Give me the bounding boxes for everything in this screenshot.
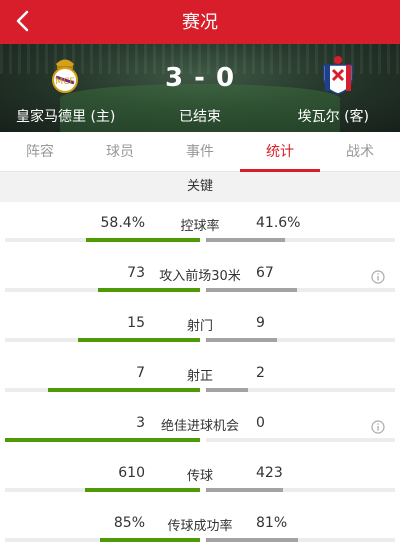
tab-lineup[interactable]: 阵容 [0,132,80,172]
tab-stats[interactable]: 统计 [240,132,320,172]
home-stat-track [5,238,200,242]
away-stat-value: 81% [256,515,288,531]
info-circle-icon[interactable] [371,420,385,434]
away-stat-track [206,488,395,492]
away-stat-value: 423 [256,465,283,481]
away-stat-track [206,288,395,292]
stat-row: 610 传球 423 [0,452,400,502]
stat-label: 攻入前场30米 [159,269,241,284]
home-stat-bar [48,388,200,392]
stat-row: 58.4% 控球率 41.6% [0,202,400,252]
away-stat-bar [206,488,283,492]
section-header-key: 关键 [0,172,400,202]
home-stat-track [5,538,200,542]
stat-row: 15 射门 9 [0,302,400,352]
page-title: 赛况 [182,12,218,33]
away-stat-bar [206,538,298,542]
away-stat-track [206,338,395,342]
away-stat-value: 2 [256,365,265,381]
stat-label: 射门 [186,319,213,334]
stat-row: 73 攻入前场30米 67 [0,252,400,302]
eibar-crest-icon[interactable] [320,55,356,95]
away-stat-track [206,538,395,542]
home-stat-bar [86,238,200,242]
top-bar: 赛况 [0,0,400,44]
home-stat-track [5,488,200,492]
home-stat-track [5,288,200,292]
stat-label: 控球率 [180,219,220,234]
tab-bar: 阵容 球员 事件 统计 战术 [0,132,400,172]
away-stat-value: 41.6% [256,215,301,231]
stat-label: 绝佳进球机会 [160,419,239,434]
stat-label: 传球 [186,469,213,484]
tab-players[interactable]: 球员 [80,132,160,172]
stat-label: 射正 [186,369,213,384]
away-stat-bar [206,338,277,342]
tab-events[interactable]: 事件 [160,132,240,172]
tab-label: 事件 [186,144,214,160]
home-stat-bar [98,288,200,292]
home-stat-bar [85,488,200,492]
stat-row: 3 绝佳进球机会 0 [0,402,400,452]
tab-label: 统计 [266,144,294,160]
away-stat-bar [206,288,297,292]
home-stat-bar [100,538,200,542]
away-stat-track [206,438,395,442]
match-header: MCF 3 - 0 皇家马德里 (主) 已结束 埃瓦尔 (客) [0,44,400,132]
stat-row: 7 射正 2 [0,352,400,402]
away-stat-value: 0 [256,415,265,431]
tab-tactics[interactable]: 战术 [320,132,400,172]
home-stat-track [5,388,200,392]
stat-label: 传球成功率 [167,519,233,534]
away-stat-value: 9 [256,315,265,331]
home-stat-bar [5,438,200,442]
away-stat-bar [206,388,248,392]
away-stat-bar [206,238,285,242]
tab-label: 战术 [346,144,374,160]
home-stat-bar [78,338,200,342]
away-stat-track [206,388,395,392]
away-stat-value: 67 [256,265,274,281]
away-stat-track [206,238,395,242]
stat-row: 85% 传球成功率 81% [0,502,400,545]
info-circle-icon[interactable] [371,270,385,284]
home-stat-track [5,438,200,442]
tab-label: 球员 [106,144,134,160]
away-team-name: 埃瓦尔 (客) [297,109,369,125]
tab-label: 阵容 [26,144,54,160]
home-stat-track [5,338,200,342]
